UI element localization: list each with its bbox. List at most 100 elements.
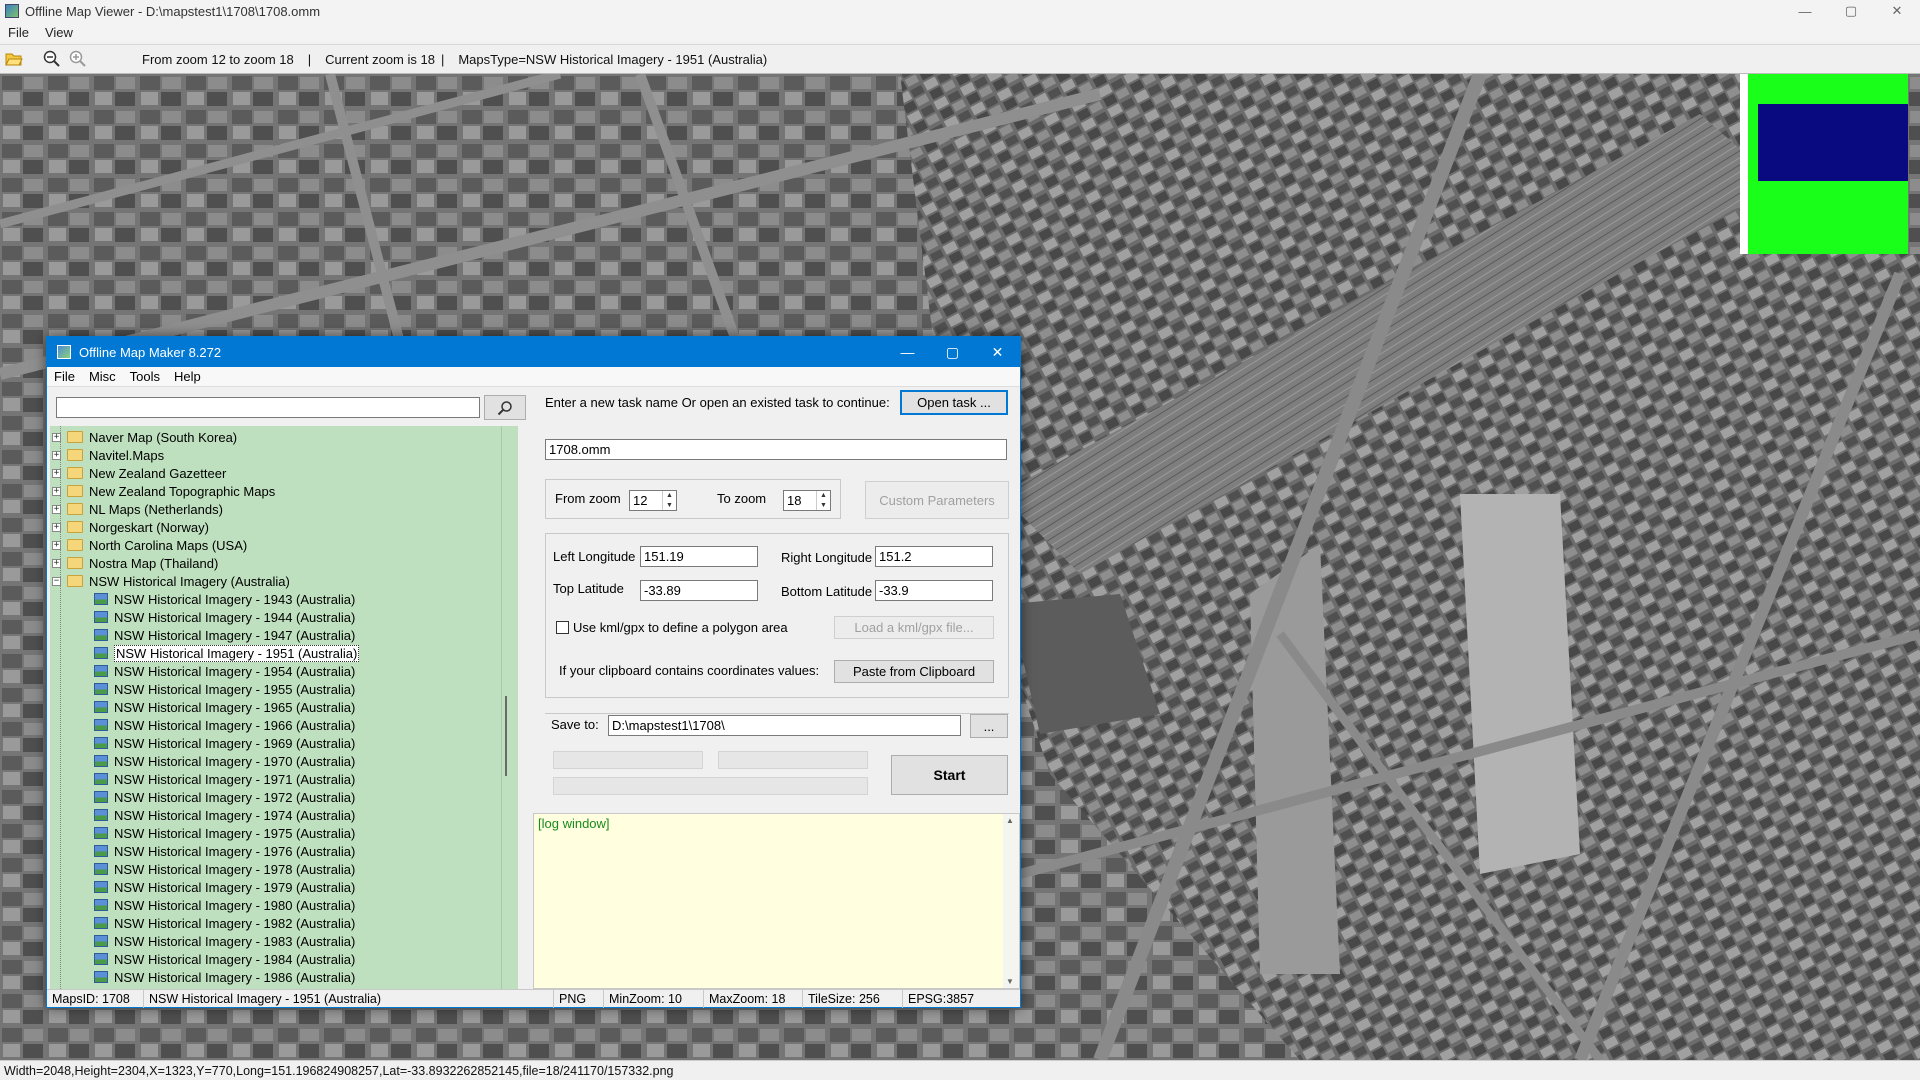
tree-item[interactable]: NSW Historical Imagery - 1982 (Australia… [94, 914, 355, 932]
kml-polygon-checkbox[interactable] [556, 621, 569, 634]
dialog-maximize-button[interactable]: ▢ [930, 337, 975, 367]
paste-clipboard-button[interactable]: Paste from Clipboard [834, 660, 994, 683]
minimap[interactable] [1740, 74, 1908, 254]
dialog-close-button[interactable]: ✕ [975, 337, 1020, 367]
log-scrollbar[interactable]: ▲ ▼ [1003, 814, 1019, 988]
start-button[interactable]: Start [891, 755, 1008, 795]
zoom-in-icon[interactable] [66, 47, 90, 71]
left-longitude-field[interactable]: 151.19 [640, 546, 758, 567]
tree-item[interactable]: NSW Historical Imagery - 1943 (Australia… [94, 590, 355, 608]
tree-item[interactable]: NSW Historical Imagery - 1975 (Australia… [94, 824, 355, 842]
load-kml-button[interactable]: Load a kml/gpx file... [834, 616, 994, 639]
expand-icon[interactable]: + [52, 432, 61, 442]
tree-item[interactable]: NSW Historical Imagery - 1970 (Australia… [94, 752, 355, 770]
custom-parameters-button[interactable]: Custom Parameters [865, 481, 1009, 519]
save-to-field[interactable]: D:\mapstest1\1708\ [608, 715, 961, 736]
tree-item-label: NSW Historical Imagery - 1983 (Australia… [114, 933, 356, 949]
expand-icon[interactable]: + [52, 486, 61, 496]
expand-icon[interactable]: + [52, 540, 61, 550]
expand-icon[interactable]: + [52, 558, 61, 568]
right-longitude-field[interactable]: 151.2 [875, 546, 993, 567]
tree-item[interactable]: NSW Historical Imagery - 1980 (Australia… [94, 896, 355, 914]
search-button[interactable] [484, 395, 526, 420]
to-zoom-spinner[interactable]: 18 ▲ ▼ [783, 490, 831, 511]
tree-scroll-thumb[interactable] [505, 696, 507, 776]
tree-folder-label: North Carolina Maps (USA) [89, 537, 248, 553]
to-zoom-spin-arrows[interactable]: ▲ ▼ [816, 491, 830, 510]
tree-item[interactable]: NSW Historical Imagery - 1983 (Australia… [94, 932, 355, 950]
open-task-button[interactable]: Open task ... [900, 390, 1008, 415]
tree-folder-label: Nostra Map (Thailand) [89, 555, 219, 571]
progress-bar [718, 751, 868, 769]
dialog-minimize-button[interactable]: — [885, 337, 930, 367]
scroll-up-icon[interactable]: ▲ [1006, 816, 1014, 825]
from-zoom-spinner[interactable]: 12 ▲ ▼ [629, 490, 677, 511]
expand-icon[interactable]: + [52, 468, 61, 478]
map-layer-icon [94, 791, 108, 803]
tree-item[interactable]: NSW Historical Imagery - 1966 (Australia… [94, 716, 355, 734]
top-latitude-field[interactable]: -33.89 [640, 580, 758, 601]
pane-splitter[interactable] [523, 426, 528, 991]
tree-item[interactable]: NSW Historical Imagery - 1969 (Australia… [94, 734, 355, 752]
tree-item[interactable]: NSW Historical Imagery - 1974 (Australia… [94, 806, 355, 824]
dialog-menu-file[interactable]: File [54, 369, 75, 384]
map-layer-icon [94, 755, 108, 767]
dialog-menu-tools[interactable]: Tools [130, 369, 160, 384]
tree-item[interactable]: NSW Historical Imagery - 1984 (Australia… [94, 950, 355, 968]
tree-folder[interactable]: + New Zealand Gazetteer [52, 464, 226, 482]
tree-item[interactable]: NSW Historical Imagery - 1944 (Australia… [94, 608, 355, 626]
search-input[interactable] [56, 397, 480, 418]
tree-item[interactable]: NSW Historical Imagery - 1955 (Australia… [94, 680, 355, 698]
tree-folder[interactable]: + North Carolina Maps (USA) [52, 536, 247, 554]
expand-icon[interactable]: + [52, 450, 61, 460]
tree-item-label: NSW Historical Imagery - 1978 (Australia… [114, 861, 356, 877]
from-zoom-spin-arrows[interactable]: ▲ ▼ [662, 491, 676, 510]
tree-item[interactable]: NSW Historical Imagery - 1976 (Australia… [94, 842, 355, 860]
minimap-viewport[interactable] [1758, 104, 1908, 181]
collapse-icon[interactable]: − [52, 576, 61, 586]
tree-folder-open[interactable]: − NSW Historical Imagery (Australia) [52, 572, 290, 590]
tree-item[interactable]: NSW Historical Imagery - 1972 (Australia… [94, 788, 355, 806]
spin-down-icon[interactable]: ▼ [663, 501, 676, 511]
tree-item[interactable]: NSW Historical Imagery - 1986 (Australia… [94, 968, 355, 986]
expand-icon[interactable]: + [52, 504, 61, 514]
tree-item[interactable]: NSW Historical Imagery - 1979 (Australia… [94, 878, 355, 896]
map-type-tree[interactable]: + Naver Map (South Korea) + Navitel.Maps + Ne… [50, 426, 518, 991]
bottom-latitude-label: Bottom Latitude [781, 584, 873, 599]
log-window[interactable]: [log window] ▲ ▼ [533, 813, 1020, 989]
minimize-button[interactable]: — [1782, 0, 1828, 22]
scroll-down-icon[interactable]: ▼ [1006, 977, 1014, 986]
tree-folder[interactable]: + Nostra Map (Thailand) [52, 554, 218, 572]
folder-icon [67, 503, 83, 515]
tree-folder[interactable]: + NL Maps (Netherlands) [52, 500, 223, 518]
tree-scrollbar[interactable] [501, 426, 518, 991]
tree-item[interactable]: NSW Historical Imagery - 1947 (Australia… [94, 626, 355, 644]
spin-up-icon[interactable]: ▲ [663, 491, 676, 501]
tree-item[interactable]: NSW Historical Imagery - 1954 (Australia… [94, 662, 355, 680]
dialog-app-icon [57, 345, 71, 359]
task-name-field[interactable]: 1708.omm [545, 439, 1007, 460]
menu-view[interactable]: View [45, 25, 73, 40]
tree-folder[interactable]: + Norgeskart (Norway) [52, 518, 209, 536]
dialog-titlebar[interactable]: Offline Map Maker 8.272 — ▢ ✕ [47, 337, 1020, 367]
bottom-latitude-field[interactable]: -33.9 [875, 580, 993, 601]
tree-item[interactable]: NSW Historical Imagery - 1971 (Australia… [94, 770, 355, 788]
menu-file[interactable]: File [8, 25, 29, 40]
maximize-button[interactable]: ▢ [1828, 0, 1874, 22]
tree-folder[interactable]: + Naver Map (South Korea) [52, 428, 237, 446]
tree-folder[interactable]: + New Zealand Topographic Maps [52, 482, 275, 500]
tree-folder[interactable]: + Navitel.Maps [52, 446, 164, 464]
tree-item[interactable]: NSW Historical Imagery - 1951 (Australia… [94, 644, 360, 662]
spin-up-icon[interactable]: ▲ [817, 491, 830, 501]
dialog-menu-misc[interactable]: Misc [89, 369, 116, 384]
expand-icon[interactable]: + [52, 522, 61, 532]
dialog-menu-help[interactable]: Help [174, 369, 201, 384]
zoom-out-icon[interactable] [40, 47, 64, 71]
browse-button[interactable]: ... [970, 714, 1008, 738]
spin-down-icon[interactable]: ▼ [817, 501, 830, 511]
tree-item[interactable]: NSW Historical Imagery - 1978 (Australia… [94, 860, 355, 878]
folder-open-icon[interactable] [2, 47, 26, 71]
close-button[interactable]: ✕ [1874, 0, 1920, 22]
folder-icon [67, 449, 83, 461]
tree-item[interactable]: NSW Historical Imagery - 1965 (Australia… [94, 698, 355, 716]
